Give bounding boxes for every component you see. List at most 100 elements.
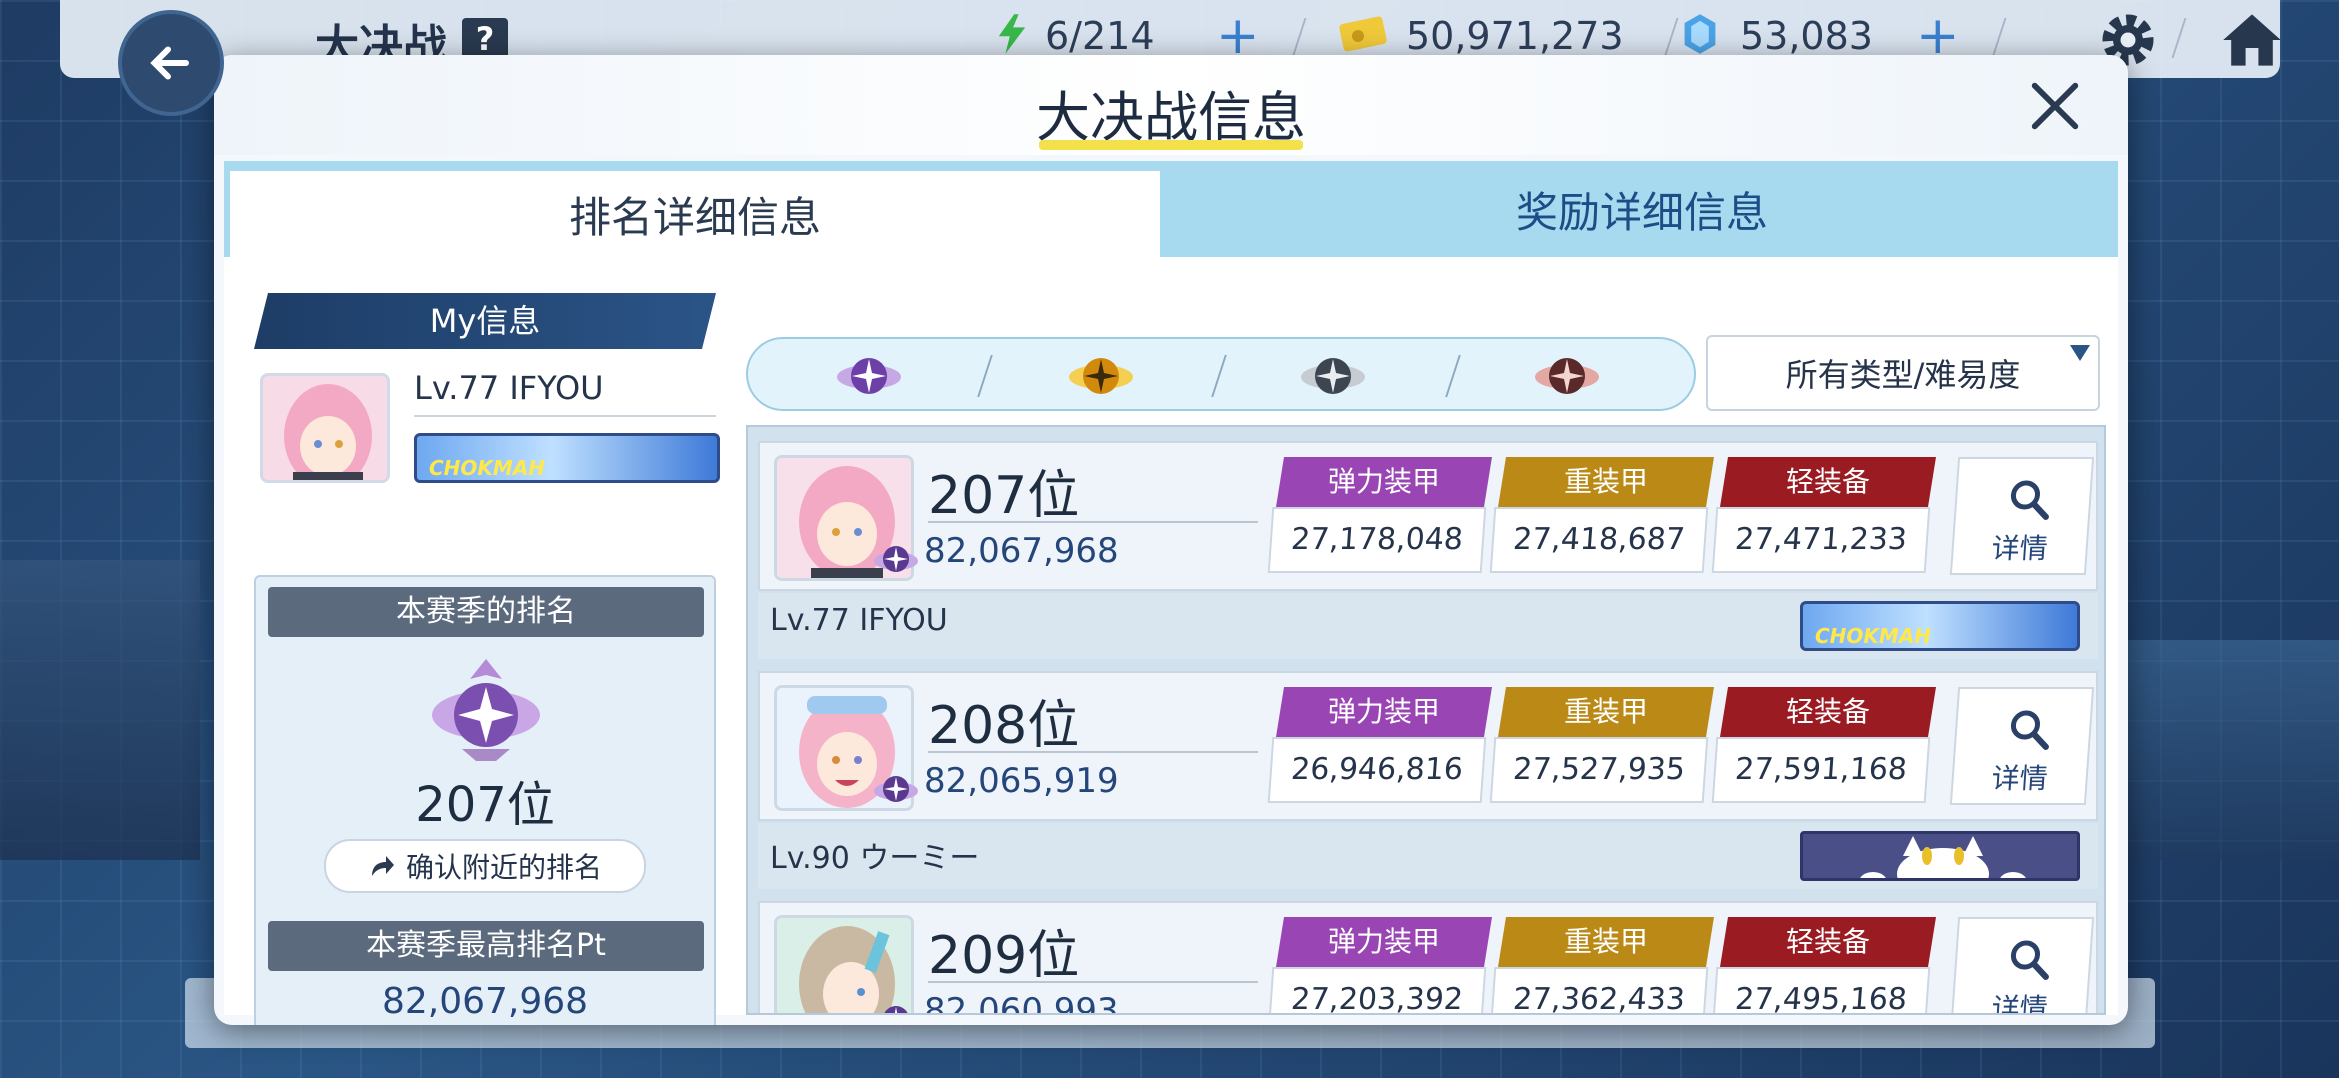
entry-rank: 208位 (928, 696, 1080, 756)
credits-value: 50,971,273 (1406, 14, 1624, 58)
search-icon (2010, 940, 2049, 980)
elastic-armor-value: 27,178,048 (1267, 507, 1487, 573)
entry-score: 82,067,968 (924, 531, 1119, 571)
light-armor-label: 轻装备 (1720, 457, 1936, 507)
light-armor-value: 27,591,168 (1711, 737, 1931, 803)
pyroxene-icon (1684, 14, 1716, 54)
background-console-right (2119, 640, 2339, 860)
light-armor-label: 轻装备 (1720, 917, 1936, 967)
name-divider (414, 415, 716, 417)
detail-label: 详情 (1990, 762, 2049, 795)
elastic-armor-stat: 弹力装甲 26,946,816 (1267, 687, 1492, 805)
detail-label: 详情 (1990, 992, 2049, 1015)
my-avatar (260, 373, 390, 483)
gold-tier-icon[interactable] (1066, 347, 1136, 405)
filter-divider (977, 355, 993, 397)
my-rank: 207位 (415, 777, 555, 833)
search-icon (2010, 710, 2049, 750)
season-rank-label: 本赛季的排名 (268, 587, 704, 637)
close-icon[interactable] (2026, 77, 2084, 135)
rank-divider (928, 521, 1258, 523)
dropdown-selected-label: 所有类型/难易度 (1785, 356, 2021, 394)
light-armor-stat: 轻装备 27,495,168 (1711, 917, 1936, 1013)
entry-score: 82,065,919 (924, 761, 1119, 801)
share-arrow-icon (371, 856, 394, 876)
silver-tier-icon[interactable] (1298, 347, 1368, 405)
entry-player-row: Lv.90 ウーミー (758, 823, 2098, 889)
confirm-nearby-rank-button[interactable]: 确认附近的排名 (324, 839, 646, 893)
resource-divider (2171, 18, 2187, 58)
best-pt-value: 82,067,968 (381, 981, 589, 1022)
my-info-header: My信息 (254, 293, 716, 349)
detail-button[interactable]: 详情 (1949, 457, 2095, 575)
cat-face-icon (1860, 836, 2026, 878)
resource-divider (1663, 18, 1679, 58)
elastic-armor-label: 弹力装甲 (1276, 917, 1492, 967)
detail-button[interactable]: 详情 (1949, 917, 2095, 1015)
cat-emblem-banner (1800, 831, 2080, 881)
tab-ranking-details[interactable]: 排名详细信息 (230, 171, 1160, 257)
elastic-armor-value: 27,203,392 (1267, 967, 1487, 1013)
raid-info-dialog: 大决战信息 排名详细信息 奖励详细信息 My信息 Lv.77 IFYOU CHO… (214, 55, 2128, 1025)
pink-hair-student-portrait (263, 376, 387, 480)
purple-tier-badge-icon (884, 1006, 908, 1013)
heavy-armor-stat: 重装甲 27,418,687 (1489, 457, 1714, 575)
heavy-armor-value: 27,527,935 (1489, 737, 1709, 803)
help-icon[interactable]: ? (462, 18, 508, 60)
title-underline (1039, 140, 1303, 150)
emblem-text: CHOKMAH (1815, 624, 1932, 648)
light-armor-label: 轻装备 (1720, 687, 1936, 737)
entry-score: 82,060,993 (924, 991, 1119, 1015)
light-armor-value: 27,471,233 (1711, 507, 1931, 573)
bronze-tier-icon[interactable] (1532, 347, 1602, 405)
credit-icon (1339, 16, 1387, 52)
best-pt-label: 本赛季最高排名Pt (268, 921, 704, 971)
filter-divider (1211, 355, 1227, 397)
light-armor-stat: 轻装备 27,471,233 (1711, 457, 1936, 575)
search-icon (2010, 480, 2049, 520)
elastic-armor-label: 弹力装甲 (1276, 457, 1492, 507)
heavy-armor-stat: 重装甲 27,362,433 (1489, 917, 1714, 1013)
rank-divider (928, 981, 1258, 983)
elastic-armor-stat: 弹力装甲 27,203,392 (1267, 917, 1492, 1013)
heavy-armor-label: 重装甲 (1498, 917, 1714, 967)
home-icon[interactable] (2220, 8, 2284, 72)
player-name: Lv.77 IFYOU (770, 603, 948, 638)
heavy-armor-value: 27,418,687 (1489, 507, 1709, 573)
entry-rank: 209位 (928, 926, 1080, 986)
player-name: Lv.90 ウーミー (770, 841, 980, 876)
detail-label: 详情 (1990, 532, 2049, 565)
light-armor-stat: 轻装备 27,591,168 (1711, 687, 1936, 805)
detail-button[interactable]: 详情 (1949, 687, 2095, 805)
entry-summary: 209位 82,060,993 弹力装甲 27,203,392 重装甲 27,3… (758, 901, 2098, 1015)
tier-filter-bar (746, 337, 1696, 411)
resource-divider (1291, 18, 1307, 58)
elastic-armor-label: 弹力装甲 (1276, 687, 1492, 737)
ranking-list[interactable]: 207位 82,067,968 弹力装甲 27,178,048 重装甲 27,4… (746, 425, 2106, 1015)
entry-summary: 207位 82,067,968 弹力装甲 27,178,048 重装甲 27,4… (758, 441, 2098, 591)
confirm-button-label: 确认附近的排名 (405, 851, 602, 884)
heavy-armor-label: 重装甲 (1498, 687, 1714, 737)
purple-tier-icon[interactable] (834, 347, 904, 405)
my-player-name: Lv.77 IFYOU (414, 369, 604, 407)
emblem-text: CHOKMAH (429, 456, 546, 480)
list-item: 207位 82,067,968 弹力装甲 27,178,048 重装甲 27,4… (758, 441, 2098, 661)
entry-rank: 207位 (928, 466, 1080, 526)
dropdown-corner-icon (2070, 345, 2090, 361)
list-item: 209位 82,060,993 弹力装甲 27,203,392 重装甲 27,3… (758, 901, 2098, 1015)
tab-bar: 排名详细信息 奖励详细信息 (224, 161, 2118, 257)
elastic-armor-value: 26,946,816 (1267, 737, 1487, 803)
back-button[interactable] (118, 10, 224, 116)
type-difficulty-dropdown[interactable]: 所有类型/难易度 (1706, 335, 2100, 411)
stamina-value: 6/214 (1045, 14, 1155, 58)
back-arrow-icon (150, 46, 189, 80)
stamina-icon (998, 14, 1026, 54)
tab-reward-details[interactable]: 奖励详细信息 (1172, 161, 2112, 257)
season-rank-box: 本赛季的排名 207位 确认附近的排名 本赛季最高排名Pt 82,067,968 (254, 575, 716, 1025)
rank-divider (928, 751, 1258, 753)
my-emblem-banner: CHOKMAH (414, 433, 720, 483)
background-console-left (0, 560, 200, 860)
heavy-armor-value: 27,362,433 (1489, 967, 1709, 1013)
resource-divider (1991, 18, 2007, 58)
dialog-header: 大决战信息 (214, 55, 2128, 155)
